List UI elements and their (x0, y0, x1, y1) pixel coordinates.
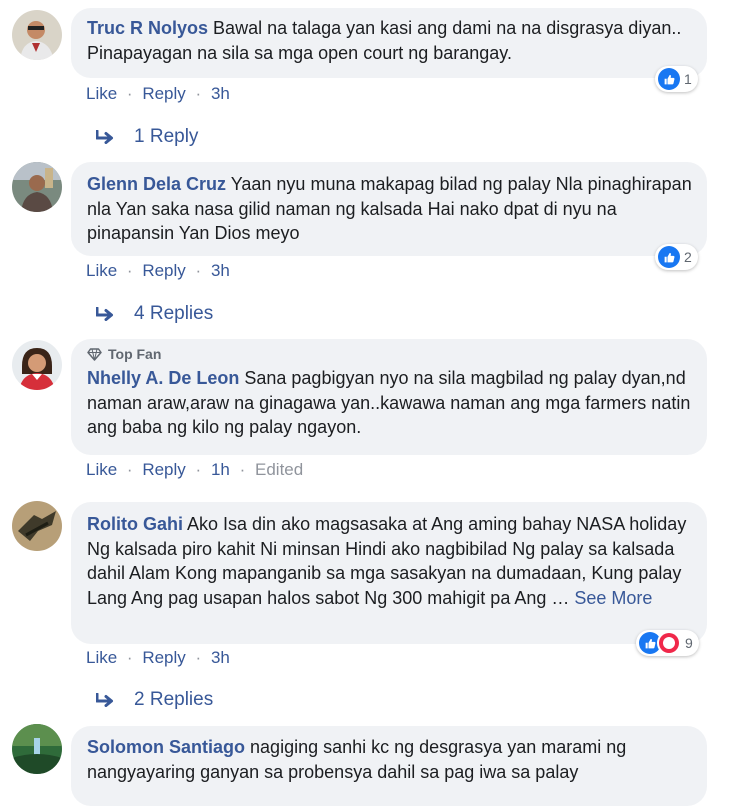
comment-author[interactable]: Solomon Santiago (87, 737, 245, 757)
reaction-count: 2 (684, 249, 692, 265)
reaction-count: 9 (685, 635, 693, 651)
comment-author[interactable]: Truc R Nolyos (87, 18, 208, 38)
replies-label: 1 Reply (134, 126, 199, 147)
reply-button[interactable]: Reply (142, 261, 185, 280)
reply-button[interactable]: Reply (142, 460, 185, 479)
reaction-count: 1 (684, 71, 692, 87)
comment-author[interactable]: Nhelly A. De Leon (87, 368, 239, 388)
top-fan-badge: Top Fan (87, 345, 693, 363)
comment-actions: Like · Reply · 1h · Edited (86, 460, 303, 480)
like-icon (658, 246, 680, 268)
badge-label: Top Fan (108, 346, 162, 362)
reply-button[interactable]: Reply (142, 648, 185, 667)
separator: · (126, 84, 133, 103)
replies-label: 2 Replies (134, 689, 214, 710)
diamond-icon (87, 347, 102, 361)
timestamp[interactable]: 3h (211, 648, 230, 667)
like-button[interactable]: Like (86, 460, 117, 479)
comment-bubble: Top Fan Nhelly A. De Leon Sana pagbigyan… (71, 339, 707, 455)
see-more-link[interactable]: See More (574, 588, 652, 608)
separator: · (126, 261, 133, 280)
separator: · (195, 460, 202, 479)
comment-author[interactable]: Glenn Dela Cruz (87, 174, 226, 194)
like-icon (658, 68, 680, 90)
comment-author[interactable]: Rolito Gahi (87, 514, 183, 534)
view-replies-link[interactable]: 4 Replies (96, 303, 213, 325)
avatar[interactable] (12, 10, 62, 60)
separator: · (239, 460, 246, 479)
like-button[interactable]: Like (86, 84, 117, 103)
timestamp[interactable]: 3h (211, 84, 230, 103)
avatar[interactable] (12, 501, 62, 551)
avatar[interactable] (12, 340, 62, 390)
reaction-summary[interactable]: 2 (655, 244, 698, 270)
separator: · (126, 460, 133, 479)
haha-icon (657, 631, 681, 655)
separator: · (195, 84, 202, 103)
view-replies-link[interactable]: 1 Reply (96, 126, 198, 148)
avatar[interactable] (12, 724, 62, 774)
like-button[interactable]: Like (86, 648, 117, 667)
separator: · (126, 648, 133, 667)
comment-actions: Like · Reply · 3h (86, 84, 230, 104)
comment-bubble: Solomon Santiago nagiging sanhi kc ng de… (71, 726, 707, 806)
reaction-summary[interactable]: 9 (636, 630, 699, 656)
view-replies-link[interactable]: 2 Replies (96, 689, 213, 711)
comment-actions: Like · Reply · 3h (86, 648, 230, 668)
reply-button[interactable]: Reply (142, 84, 185, 103)
like-button[interactable]: Like (86, 261, 117, 280)
comment-bubble: Glenn Dela Cruz Yaan nyu muna makapag bi… (71, 162, 707, 256)
comment-bubble: Truc R Nolyos Bawal na talaga yan kasi a… (71, 8, 707, 78)
replies-label: 4 Replies (134, 303, 214, 324)
separator: · (195, 261, 202, 280)
reply-arrow-icon (96, 130, 116, 144)
comment-bubble: Rolito Gahi Ako Isa din ako magsasaka at… (71, 502, 707, 644)
reaction-summary[interactable]: 1 (655, 66, 698, 92)
reply-arrow-icon (96, 307, 116, 321)
separator: · (195, 648, 202, 667)
reply-arrow-icon (96, 693, 116, 707)
comment-actions: Like · Reply · 3h (86, 261, 230, 281)
timestamp[interactable]: 3h (211, 261, 230, 280)
edited-label[interactable]: Edited (255, 460, 303, 479)
timestamp[interactable]: 1h (211, 460, 230, 479)
avatar[interactable] (12, 162, 62, 212)
